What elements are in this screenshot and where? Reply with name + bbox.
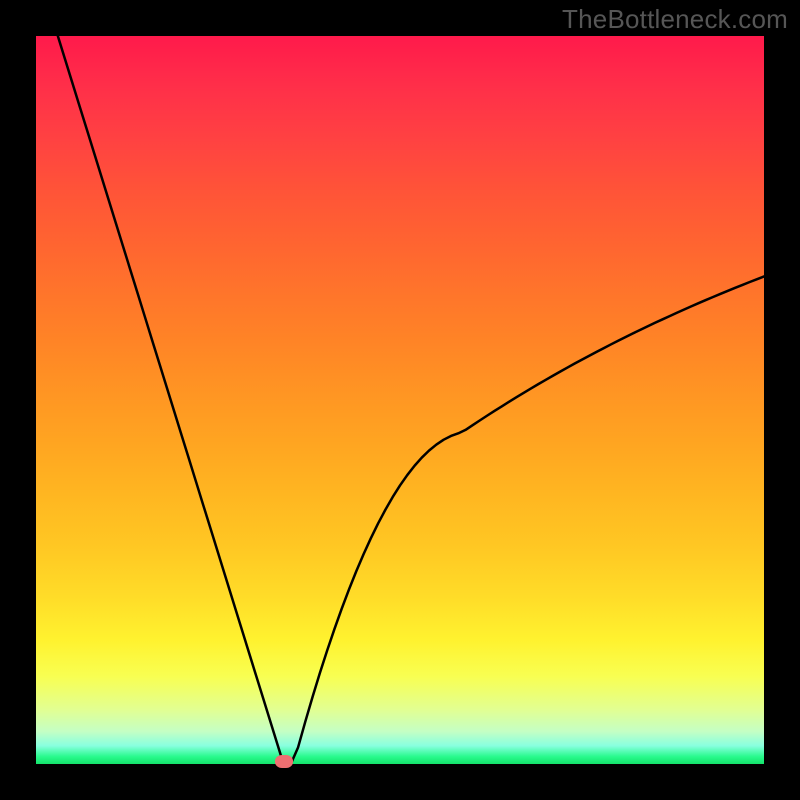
bottleneck-curve xyxy=(58,36,764,764)
plot-area xyxy=(36,36,764,764)
chart-container: TheBottleneck.com xyxy=(0,0,800,800)
minimum-marker xyxy=(275,755,293,768)
watermark-text: TheBottleneck.com xyxy=(562,4,788,35)
curve-layer xyxy=(36,36,764,764)
